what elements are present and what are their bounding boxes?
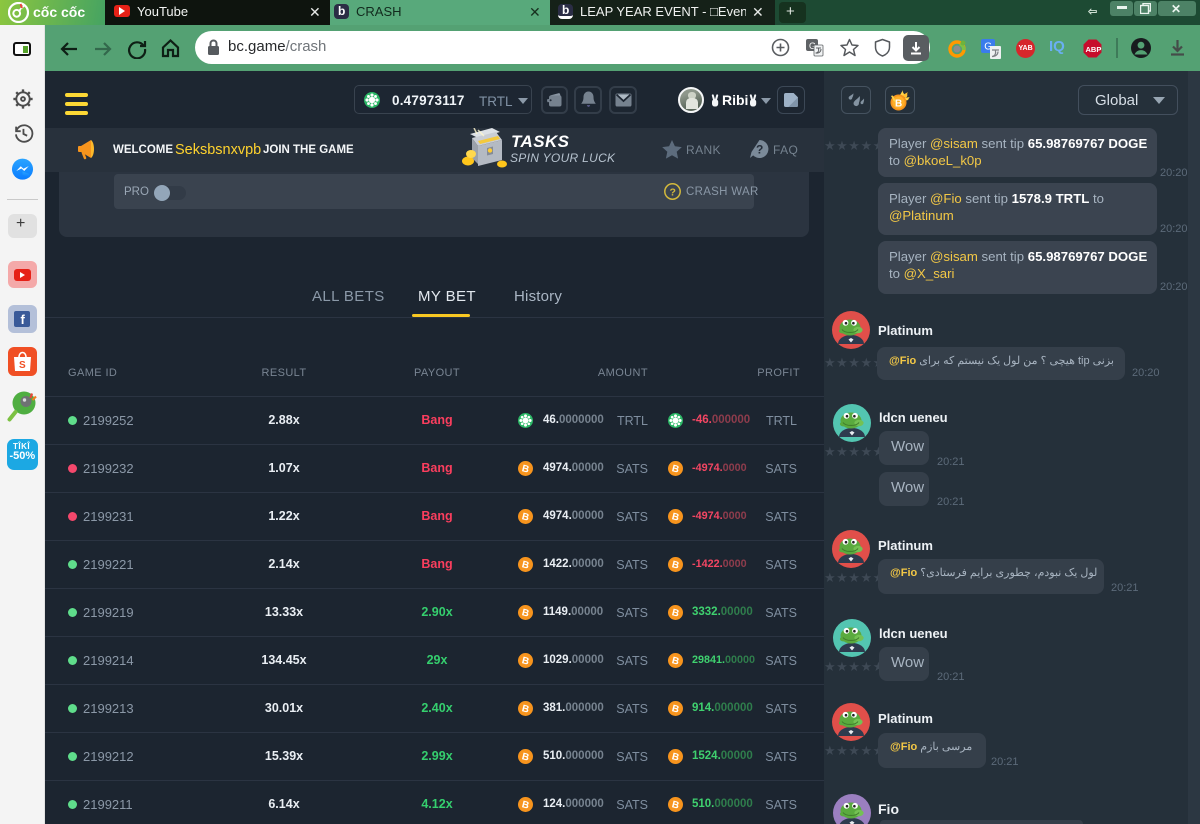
svg-text:?: ?: [756, 143, 763, 157]
svg-text:S: S: [19, 360, 26, 371]
svg-text:?: ?: [670, 187, 676, 199]
svg-text:ABP: ABP: [1086, 45, 1102, 54]
svg-text:B: B: [895, 99, 902, 110]
